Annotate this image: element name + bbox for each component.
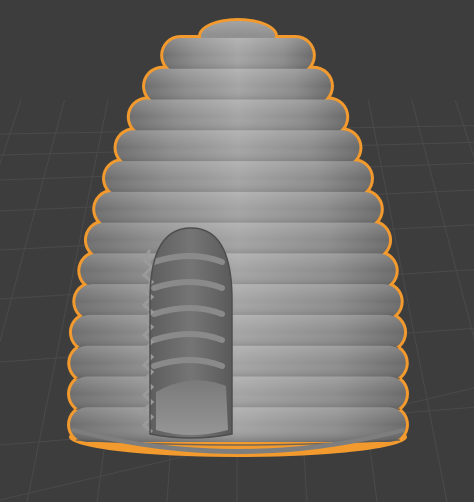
hive-doorway xyxy=(141,227,233,439)
beehive-mesh[interactable] xyxy=(67,18,409,457)
grid-line xyxy=(0,99,66,344)
viewport-canvas[interactable] xyxy=(0,0,474,502)
3d-viewport[interactable] xyxy=(0,0,474,502)
grid-line xyxy=(411,99,474,340)
